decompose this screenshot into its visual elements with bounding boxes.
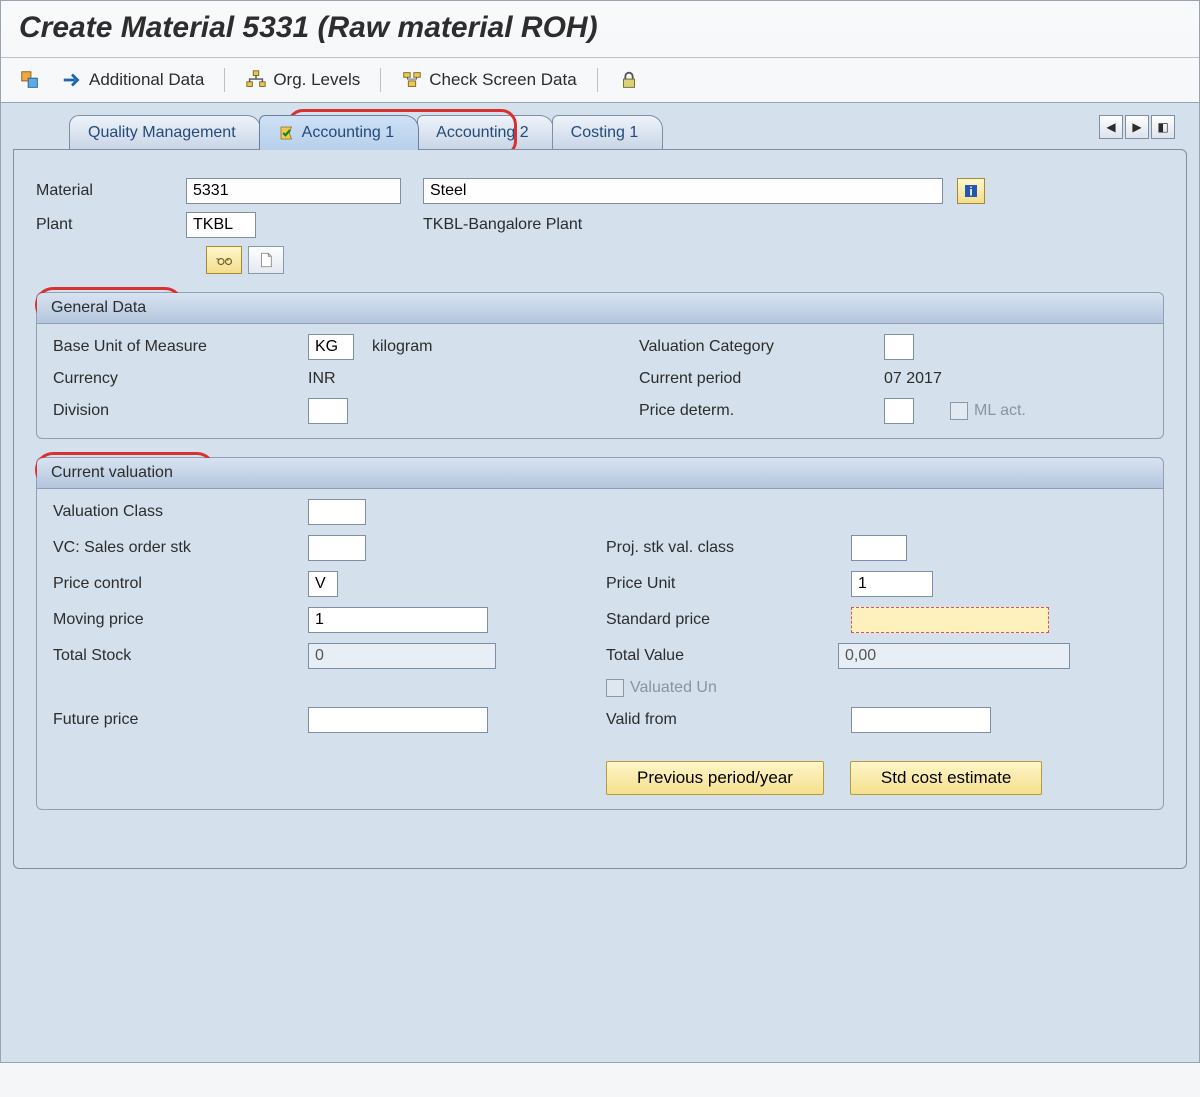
price-determ-label: Price determ. [639,402,884,420]
create-button[interactable] [248,246,284,274]
tab-accounting-2[interactable]: Accounting 2 [417,115,554,150]
tab-scroll-left[interactable]: ◀ [1099,115,1123,139]
check-data-icon [401,69,423,91]
document-icon [257,251,275,269]
current-valuation-group: Current valuation Valuation Class VC: Sa… [36,457,1164,810]
material-number-input[interactable] [186,178,401,204]
ml-act-label: ML act. [974,402,1200,420]
currency-label: Currency [53,370,308,388]
material-description-input[interactable] [423,178,943,204]
general-data-header: General Data [37,293,1163,324]
total-value-value [838,643,1070,669]
toolbar-separator [224,68,225,92]
toolbar-icon-views[interactable] [19,69,41,91]
vc-sales-order-stk-label: VC: Sales order stk [53,539,308,557]
moving-price-input[interactable] [308,607,488,633]
std-cost-estimate-button[interactable]: Std cost estimate [850,761,1042,795]
tab-label: Accounting 2 [436,124,529,142]
org-levels-label: Org. Levels [273,70,360,90]
arrow-right-icon [61,69,83,91]
price-control-input[interactable] [308,571,338,597]
division-input[interactable] [308,398,348,424]
page-title: Create Material 5331 (Raw material ROH) [19,11,1181,45]
plant-label: Plant [36,216,186,234]
lock-icon [618,69,640,91]
future-price-label: Future price [53,711,308,729]
tab-accounting-1[interactable]: Accounting 1 [259,115,420,150]
valid-from-input[interactable] [851,707,991,733]
org-levels-button[interactable]: Org. Levels [245,69,360,91]
price-determ-input[interactable] [884,398,914,424]
valuation-category-label: Valuation Category [639,338,884,356]
current-period-label: Current period [639,370,884,388]
total-stock-label: Total Stock [53,647,308,665]
base-uom-input[interactable] [308,334,354,360]
valuation-class-input[interactable] [308,499,366,525]
plant-description: TKBL-Bangalore Plant [423,216,582,234]
toolbar-separator [380,68,381,92]
info-icon: i [962,182,980,200]
price-control-label: Price control [53,575,308,593]
valuated-un-label: Valuated Un [630,679,885,697]
previous-period-button[interactable]: Previous period/year [606,761,824,795]
check-screen-data-label: Check Screen Data [429,70,576,90]
lock-button[interactable] [618,69,640,91]
standard-price-label: Standard price [606,611,851,629]
tab-label: Costing 1 [571,124,639,142]
org-levels-icon [245,69,267,91]
tab-quality-management[interactable]: Quality Management [69,115,261,150]
tab-nav: ◀ ▶ ◧ [1099,115,1175,139]
valuation-category-input[interactable] [884,334,914,360]
toolbar-separator [597,68,598,92]
tab-label: Accounting 1 [302,124,395,142]
total-value-label: Total Value [606,647,838,665]
display-button[interactable] [206,246,242,274]
valuation-class-label: Valuation Class [53,503,308,521]
tab-check-icon [278,124,296,142]
price-unit-label: Price Unit [606,575,851,593]
plant-code-input[interactable] [186,212,256,238]
glasses-icon [215,251,233,269]
division-label: Division [53,402,308,420]
currency-value: INR [308,370,563,388]
future-price-input[interactable] [308,707,488,733]
additional-data-button[interactable]: Additional Data [61,69,204,91]
tab-list-button[interactable]: ◧ [1151,115,1175,139]
valid-from-label: Valid from [606,711,851,729]
moving-price-label: Moving price [53,611,308,629]
app-toolbar: Additional Data Org. Levels Check Screen… [1,58,1199,102]
standard-price-input[interactable] [851,607,1049,633]
tab-label: Quality Management [88,124,236,142]
current-period-value: 07 2017 [884,370,1139,388]
proj-stk-val-class-input[interactable] [851,535,907,561]
current-valuation-header: Current valuation [37,458,1163,489]
total-stock-value [308,643,496,669]
svg-text:i: i [969,185,972,199]
ml-act-checkbox[interactable] [950,402,968,420]
material-label: Material [36,182,186,200]
general-data-group: General Data Base Unit of Measure kilogr… [36,292,1164,439]
check-screen-data-button[interactable]: Check Screen Data [401,69,576,91]
tabstrip: Quality Management Accounting 1 Accounti… [69,115,1187,150]
base-uom-text: kilogram [372,338,627,356]
other-view-icon [19,69,41,91]
base-uom-label: Base Unit of Measure [53,338,308,356]
tab-scroll-right[interactable]: ▶ [1125,115,1149,139]
info-button[interactable]: i [957,178,985,204]
additional-data-label: Additional Data [89,70,204,90]
proj-stk-val-class-label: Proj. stk val. class [606,539,851,557]
tab-costing-1[interactable]: Costing 1 [552,115,664,150]
vc-sales-order-stk-input[interactable] [308,535,366,561]
material-button-bar [206,246,1164,274]
tab-panel-accounting-1: Material i Plant TKBL-Bangalore Plant [13,149,1187,869]
price-unit-input[interactable] [851,571,933,597]
valuated-un-checkbox[interactable] [606,679,624,697]
